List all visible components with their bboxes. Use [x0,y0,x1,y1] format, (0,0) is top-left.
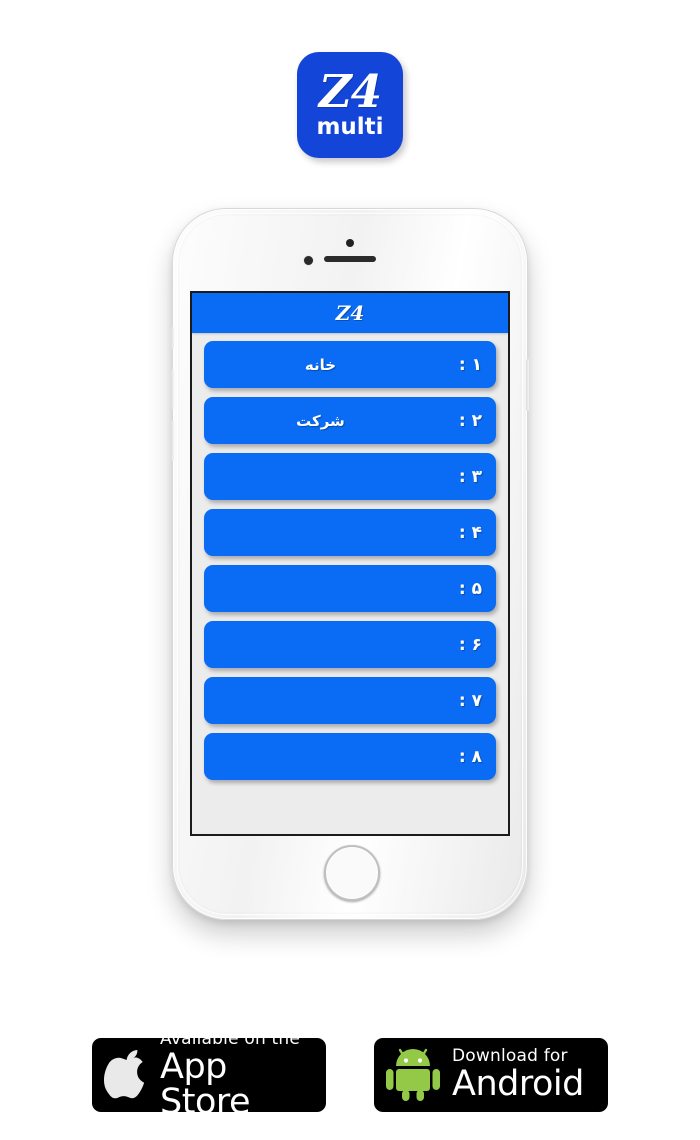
app-header-bar: Z4 [192,293,508,333]
slot-index-7: ۷ : [458,690,482,711]
slot-label-2: شرکت [296,411,345,430]
slot-index-5: ۵ : [458,578,482,599]
slot-row-6[interactable]: ۶ : [204,621,496,668]
google-play-badge-big-text: Android [452,1064,584,1104]
slot-index-1: ۱ : [458,354,482,375]
phone-screen: Z4 ۱ : خانه ۲ : شرکت ۳ : ۴ : ۵ : ۶: ۷:… [190,291,510,836]
apple-logo-icon [103,1045,150,1105]
app-store-badge[interactable]: Available on the App Store [92,1030,326,1119]
store-badges: Available on the App Store Download for … [0,1030,700,1119]
slot-row-4[interactable]: ۴ : [204,509,496,556]
slot-list: ۱ : خانه ۲ : شرکت ۳ : ۴ : ۵ : ۶ : ۷: ۸ … [192,333,508,790]
google-play-badge[interactable]: Download for Android [374,1038,608,1112]
app-logo-subtitle: multi [316,113,384,140]
google-play-badge-small-text: Download for [452,1046,568,1066]
phone-power-button[interactable] [526,359,529,411]
app-store-badge-big-text: App Store [160,1046,251,1122]
slot-row-5[interactable]: ۵ : [204,565,496,612]
app-header-title: Z4 [335,301,365,325]
slot-row-2[interactable]: ۲ : شرکت [204,397,496,444]
phone-home-button[interactable] [324,845,380,901]
app-logo-title: Z4 [318,65,382,119]
app-store-badge-small-text: Available on the [160,1028,301,1049]
proximity-sensor-icon [304,256,313,265]
slot-row-1[interactable]: ۱ : خانه [204,341,496,388]
slot-index-8: ۸ : [458,746,482,767]
phone-mockup: Z4 ۱ : خانه ۲ : شرکت ۳ : ۴ : ۵ : ۶: ۷:… [171,208,529,920]
slot-row-7[interactable]: ۷ : [204,677,496,724]
phone-volume-down-button[interactable] [171,421,174,461]
slot-index-2: ۲ : [458,410,482,431]
slot-label-1: خانه [304,355,337,374]
app-store-badge-text: Available on the App Store [160,1028,314,1122]
front-camera-icon [346,239,354,247]
phone-volume-up-button[interactable] [171,369,174,409]
android-robot-icon [384,1044,442,1106]
slot-row-8[interactable]: ۸ : [204,733,496,780]
earpiece-speaker-icon [324,256,376,262]
phone-silent-switch[interactable] [171,327,174,349]
slot-index-4: ۴ : [458,522,482,543]
app-logo: Z4 multi [297,52,403,158]
google-play-badge-text: Download for Android [452,1048,584,1102]
slot-row-3[interactable]: ۳ : [204,453,496,500]
slot-index-3: ۳ : [458,466,482,487]
slot-index-6: ۶ : [458,634,482,655]
